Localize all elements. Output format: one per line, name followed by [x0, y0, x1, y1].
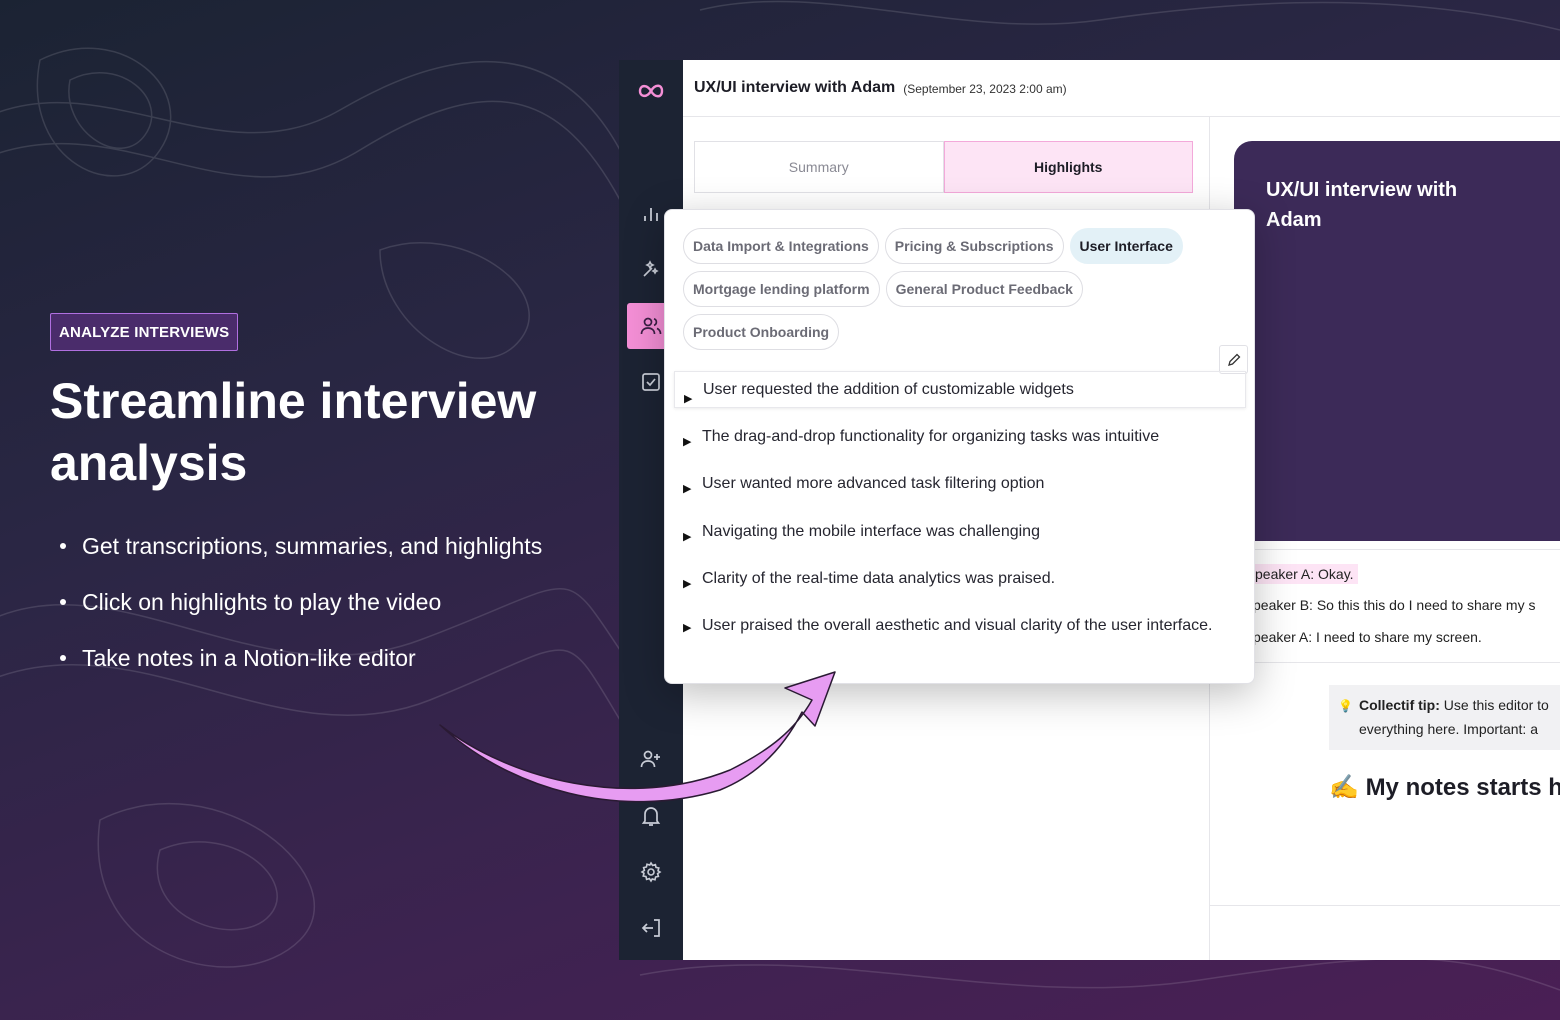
- tip-text-1: Use this editor to: [1439, 697, 1549, 713]
- feature-item: Click on highlights to play the video: [60, 586, 552, 618]
- video-title: UX/UI interview with Adam: [1266, 179, 1458, 231]
- tip-label: Collectif tip:: [1359, 697, 1440, 713]
- highlight-text: User praised the overall aesthetic and v…: [702, 617, 1213, 634]
- highlight-text: User wanted more advanced task filtering…: [702, 475, 1045, 492]
- topic-chip[interactable]: Product Onboarding: [683, 314, 840, 350]
- editor-tip: 💡 Collectif tip: Use this editor to ever…: [1329, 685, 1560, 750]
- topic-chip[interactable]: Data Import & Integrations: [683, 228, 879, 264]
- transcript-line[interactable]: peaker A: I need to share my screen.: [1253, 629, 1482, 645]
- tab-summary[interactable]: Summary: [694, 141, 944, 193]
- highlights-popup: Data Import & Integrations Pricing & Sub…: [664, 209, 1255, 684]
- interview-date: (September 23, 2023 2:00 am): [903, 82, 1067, 96]
- play-triangle-icon: ▶: [683, 622, 692, 634]
- video-player[interactable]: UX/UI interview with Adam: [1234, 141, 1560, 541]
- pencil-icon: [1227, 353, 1240, 366]
- headline-line-1: Streamline interview: [50, 373, 537, 429]
- highlight-item[interactable]: ▶ Navigating the mobile interface was ch…: [683, 517, 1243, 546]
- headline: Streamline interview analysis: [50, 370, 610, 494]
- feature-item: Get transcriptions, summaries, and highl…: [60, 530, 552, 562]
- play-triangle-icon: ▶: [684, 393, 693, 405]
- topic-chip[interactable]: General Product Feedback: [885, 271, 1083, 307]
- highlight-item[interactable]: ▶ User praised the overall aesthetic and…: [683, 611, 1213, 640]
- play-triangle-icon: ▶: [683, 578, 692, 590]
- tip-line-2: everything here. Important: a: [1359, 721, 1538, 737]
- highlight-text: User requested the addition of customiza…: [703, 381, 1074, 398]
- page-title: UX/UI interview with Adam: [694, 79, 896, 96]
- highlight-item[interactable]: ▶ User requested the addition of customi…: [674, 371, 1246, 408]
- section-badge: ANALYZE INTERVIEWS: [50, 313, 239, 351]
- play-triangle-icon: ▶: [683, 483, 692, 495]
- tip-line-1: Collectif tip: Use this editor to: [1359, 693, 1560, 717]
- play-triangle-icon: ▶: [683, 531, 692, 543]
- transcript-line[interactable]: peaker A: Okay.: [1253, 564, 1358, 584]
- transcript-line[interactable]: peaker B: So this this do I need to shar…: [1253, 597, 1535, 613]
- highlight-item[interactable]: ▶ User wanted more advanced task filteri…: [683, 469, 1243, 498]
- logo-icon[interactable]: [627, 68, 675, 114]
- pointer-arrow: [439, 671, 836, 803]
- tab-highlights[interactable]: Highlights: [943, 141, 1193, 193]
- edit-button[interactable]: [1219, 345, 1248, 374]
- headline-line-2: analysis: [50, 435, 248, 491]
- topic-chips: Data Import & Integrations Pricing & Sub…: [683, 228, 1243, 350]
- highlight-text: Clarity of the real-time data analytics …: [702, 570, 1056, 587]
- transcript-panel: peaker A: Okay. peaker B: So this this d…: [1249, 549, 1560, 663]
- page-header: UX/UI interview with Adam (September 23,…: [683, 60, 1560, 117]
- highlight-text: Navigating the mobile interface was chal…: [702, 523, 1040, 540]
- topic-chip-active[interactable]: User Interface: [1069, 228, 1183, 264]
- play-triangle-icon: ▶: [683, 436, 692, 448]
- lightbulb-icon: 💡: [1338, 699, 1353, 713]
- writing-hand-icon: ✍️: [1329, 774, 1359, 801]
- topic-chip[interactable]: Pricing & Subscriptions: [884, 228, 1064, 264]
- notes-title: My notes starts he: [1365, 774, 1560, 801]
- topic-chip[interactable]: Mortgage lending platform: [683, 271, 880, 307]
- tab-bar: Summary Highlights: [694, 141, 1193, 193]
- editor-divider: [1209, 905, 1560, 906]
- notes-heading[interactable]: ✍️ My notes starts he: [1329, 773, 1560, 802]
- highlight-text: The drag-and-drop functionality for orga…: [702, 428, 1160, 445]
- logout-icon[interactable]: [627, 905, 675, 951]
- highlight-item[interactable]: ▶ Clarity of the real-time data analytic…: [683, 564, 1243, 593]
- gear-icon[interactable]: [627, 849, 675, 895]
- highlight-item[interactable]: ▶ The drag-and-drop functionality for or…: [683, 422, 1243, 451]
